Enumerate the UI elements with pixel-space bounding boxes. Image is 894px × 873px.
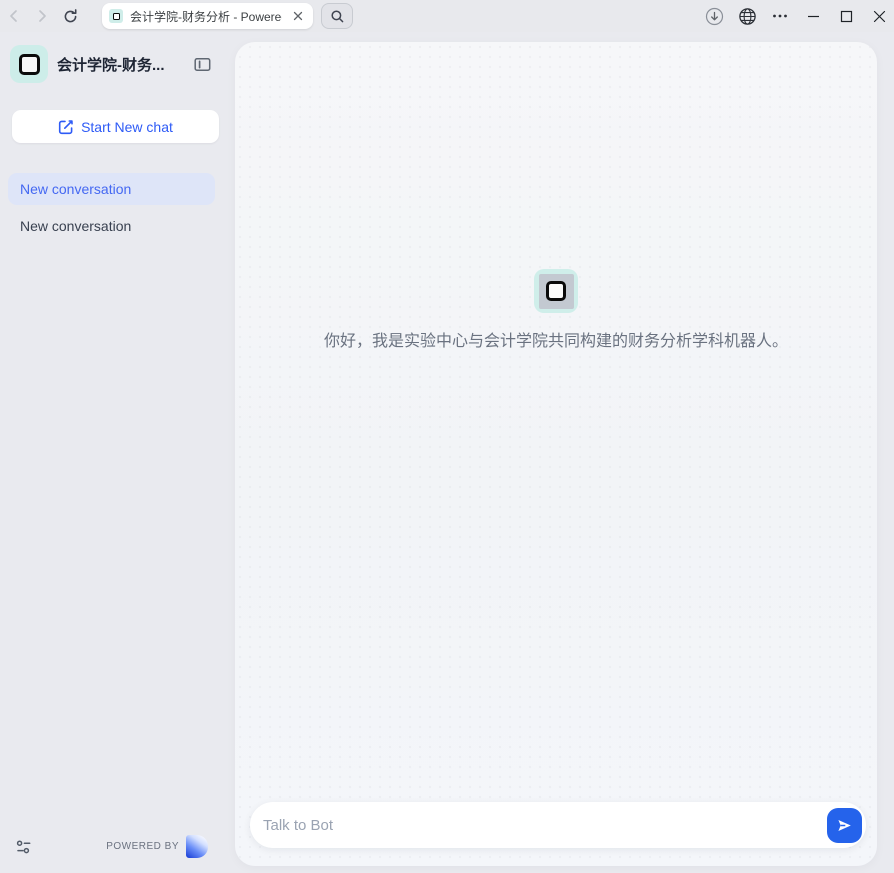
chat-panel: 你好，我是实验中心与会计学院共同构建的财务分析学科机器人。: [235, 42, 877, 866]
tab-close-button[interactable]: [290, 8, 306, 24]
language-button[interactable]: [737, 4, 757, 28]
maximize-icon: [840, 10, 853, 23]
browser-tab[interactable]: 会计学院-财务分析 - Powered: [102, 3, 313, 29]
browser-titlebar: 会计学院-财务分析 - Powered: [0, 0, 894, 32]
chevron-right-icon: [34, 8, 50, 24]
chevron-left-icon: [6, 8, 22, 24]
minimize-icon: [807, 10, 820, 23]
app-logo-square-icon: [113, 13, 120, 20]
chat-input-bar: [250, 802, 866, 848]
search-button[interactable]: [321, 3, 353, 29]
refresh-button[interactable]: [60, 4, 80, 28]
start-new-chat-label: Start New chat: [81, 119, 173, 135]
app-title: 会计学院-财务...: [57, 54, 188, 75]
titlebar-controls: [704, 4, 894, 28]
send-button[interactable]: [827, 808, 862, 843]
dify-logo-icon[interactable]: [186, 835, 208, 858]
chat-input[interactable]: [263, 817, 827, 834]
download-icon: [705, 7, 724, 26]
more-menu-button[interactable]: [770, 4, 790, 28]
panel-toggle-icon: [194, 56, 211, 73]
sliders-icon: [15, 838, 33, 856]
refresh-icon: [62, 8, 79, 25]
tab-favicon: [109, 9, 123, 23]
send-icon: [836, 817, 853, 834]
conversation-item[interactable]: New conversation: [8, 210, 215, 242]
tab-title: 会计学院-财务分析 - Powered: [130, 8, 282, 25]
new-chat-pencil-icon: [58, 119, 74, 135]
sidebar-header: 会计学院-财务...: [0, 32, 235, 83]
forward-button[interactable]: [32, 4, 52, 28]
start-new-chat-button[interactable]: Start New chat: [12, 110, 219, 143]
close-icon: [293, 11, 303, 21]
downloads-button[interactable]: [704, 4, 724, 28]
minimize-button[interactable]: [803, 4, 823, 28]
app-avatar: [10, 45, 48, 83]
welcome-block: 你好，我是实验中心与会计学院共同构建的财务分析学科机器人。: [235, 269, 877, 351]
close-icon: [873, 10, 886, 23]
more-dots-icon: [772, 8, 788, 24]
conversation-list: New conversation New conversation: [0, 173, 235, 242]
close-window-button[interactable]: [869, 4, 889, 28]
back-button[interactable]: [4, 4, 24, 28]
sidebar-footer: POWERED BY: [0, 835, 235, 873]
app-logo-square-icon: [19, 54, 40, 75]
bot-logo-square-icon: [546, 281, 566, 301]
sidebar: 会计学院-财务... Start New chat New conversati…: [0, 32, 235, 873]
globe-icon: [738, 7, 757, 26]
maximize-button[interactable]: [836, 4, 856, 28]
powered-by: POWERED BY: [106, 835, 208, 858]
sidebar-collapse-button[interactable]: [194, 56, 211, 73]
powered-by-label: POWERED BY: [106, 841, 179, 852]
conversation-label: New conversation: [20, 218, 131, 234]
search-icon: [330, 9, 345, 24]
welcome-message: 你好，我是实验中心与会计学院共同构建的财务分析学科机器人。: [324, 327, 788, 351]
bot-avatar: [534, 269, 578, 313]
conversation-label: New conversation: [20, 181, 131, 197]
bot-avatar-image: [539, 274, 574, 309]
settings-button[interactable]: [15, 838, 33, 856]
conversation-item-selected[interactable]: New conversation: [8, 173, 215, 205]
